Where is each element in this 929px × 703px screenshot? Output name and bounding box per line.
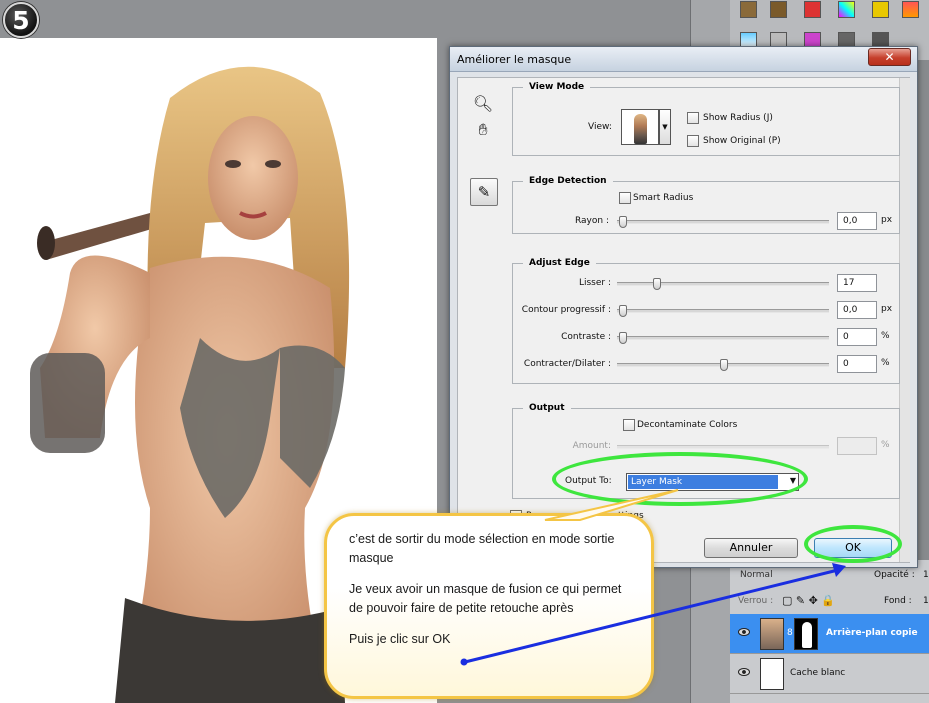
lisser-input[interactable]: 17: [837, 274, 877, 292]
contracter-dilater-slider[interactable]: [617, 359, 829, 371]
layer-row-arriere-plan-copie[interactable]: 8 Arrière-plan copie: [730, 614, 929, 654]
opacity-label: Opacité :: [874, 570, 915, 580]
contraste-slider-thumb[interactable]: [619, 332, 627, 344]
show-radius-checkbox[interactable]: [687, 112, 699, 124]
edge-detection-group: Edge Detection Smart Radius Rayon : 0,0 …: [512, 176, 900, 234]
style-swatch[interactable]: [838, 1, 855, 18]
layer-mask-thumbnail[interactable]: [794, 618, 818, 650]
output-to-highlight-ring: [552, 452, 808, 506]
lock-icons[interactable]: ▢ ✎ ✥ 🔒: [782, 594, 835, 607]
contour-progressif-slider[interactable]: [617, 305, 829, 317]
contracter-dilater-label: Contracter/Dilater :: [523, 359, 611, 369]
smart-radius-label: Smart Radius: [633, 193, 694, 203]
amount-label: Amount:: [572, 441, 611, 451]
fill-value[interactable]: 1: [923, 596, 929, 606]
lisser-slider-thumb[interactable]: [653, 278, 662, 290]
rayon-label: Rayon :: [574, 216, 609, 226]
adjust-edge-group: Adjust Edge Lisser : 17 Contour progress…: [512, 258, 900, 384]
opacity-value[interactable]: 1: [923, 570, 929, 580]
amount-input: [837, 437, 877, 455]
link-icon: 8: [787, 628, 793, 638]
contour-progressif-input[interactable]: 0,0: [837, 301, 877, 319]
output-legend: Output: [529, 403, 565, 413]
rayon-input[interactable]: 0,0: [837, 212, 877, 230]
amount-unit: %: [881, 440, 890, 450]
rayon-slider[interactable]: [617, 216, 829, 228]
callout-paragraph-3: Puis je clic sur OK: [349, 632, 451, 646]
view-mode-preview[interactable]: [621, 109, 659, 145]
edge-detection-legend: Edge Detection: [529, 176, 607, 186]
smart-radius-checkbox[interactable]: [619, 192, 631, 204]
layer-row-cache-blanc[interactable]: Cache blanc: [730, 654, 929, 694]
contracter-dilater-slider-thumb[interactable]: [720, 359, 728, 371]
show-radius-label: Show Radius (J): [703, 113, 773, 123]
eye-icon[interactable]: [738, 668, 750, 676]
dialog-title: Améliorer le masque: [457, 53, 572, 66]
dialog-scrollbar[interactable]: [899, 78, 910, 562]
fill-label: Fond :: [884, 596, 912, 606]
decontaminate-colors-label: Decontaminate Colors: [637, 420, 738, 430]
close-button[interactable]: ✕: [868, 48, 911, 66]
callout-paragraph-2: Je veux avoir un masque de fusion ce qui…: [349, 582, 622, 615]
contraste-slider[interactable]: [617, 332, 829, 344]
adjust-edge-legend: Adjust Edge: [529, 258, 590, 268]
contraste-unit: %: [881, 331, 890, 341]
contour-progressif-slider-thumb[interactable]: [619, 305, 627, 317]
contour-progressif-unit: px: [881, 304, 893, 314]
refine-radius-brush-icon[interactable]: ✎: [470, 178, 498, 206]
view-mode-group: View Mode View: ▼ Show Radius (J) Show O…: [512, 82, 900, 156]
step-number-badge: 5: [3, 2, 39, 38]
layer-name: Cache blanc: [790, 668, 846, 678]
lock-label: Verrou :: [738, 596, 774, 606]
rayon-unit: px: [881, 215, 893, 225]
ok-button-highlight-ring: [804, 525, 902, 563]
view-mode-legend: View Mode: [529, 82, 585, 92]
decontaminate-colors-checkbox[interactable]: [623, 419, 635, 431]
contour-progressif-label: Contour progressif :: [521, 305, 611, 315]
dialog-titlebar[interactable]: Améliorer le masque ✕: [450, 47, 917, 72]
style-swatch[interactable]: [804, 1, 821, 18]
blend-mode-select[interactable]: Normal: [740, 570, 773, 580]
layer-thumbnail: [760, 658, 784, 690]
style-swatch[interactable]: [740, 1, 757, 18]
lisser-slider[interactable]: [617, 278, 829, 290]
cancel-button[interactable]: Annuler: [704, 538, 798, 558]
callout-paragraph-1: c’est de sortir du mode sélection en mod…: [349, 532, 615, 565]
style-swatch[interactable]: [902, 1, 919, 18]
show-original-label: Show Original (P): [703, 136, 781, 146]
eye-icon[interactable]: [738, 628, 750, 636]
instruction-callout: c’est de sortir du mode sélection en mod…: [324, 513, 654, 699]
lisser-label: Lisser :: [578, 278, 611, 288]
tool-column: 🔍︎ ✋︎: [468, 86, 504, 526]
rayon-slider-thumb[interactable]: [619, 216, 627, 228]
show-original-checkbox[interactable]: [687, 135, 699, 147]
amount-slider: [617, 445, 829, 449]
contracter-dilater-input[interactable]: 0: [837, 355, 877, 373]
hand-tool-icon[interactable]: ✋︎: [468, 120, 498, 142]
style-swatch[interactable]: [770, 1, 787, 18]
view-dropdown-arrow[interactable]: ▼: [659, 109, 671, 145]
view-label: View:: [588, 122, 612, 132]
contraste-input[interactable]: 0: [837, 328, 877, 346]
layers-panel: Normal Opacité : 1 Verrou : ▢ ✎ ✥ 🔒 Fond…: [730, 560, 929, 703]
zoom-tool-icon[interactable]: 🔍︎: [468, 94, 498, 116]
contraste-label: Contraste :: [561, 332, 611, 342]
layer-name: Arrière-plan copie: [826, 628, 918, 638]
contracter-dilater-unit: %: [881, 358, 890, 368]
style-swatch[interactable]: [872, 1, 889, 18]
layer-thumbnail: [760, 618, 784, 650]
